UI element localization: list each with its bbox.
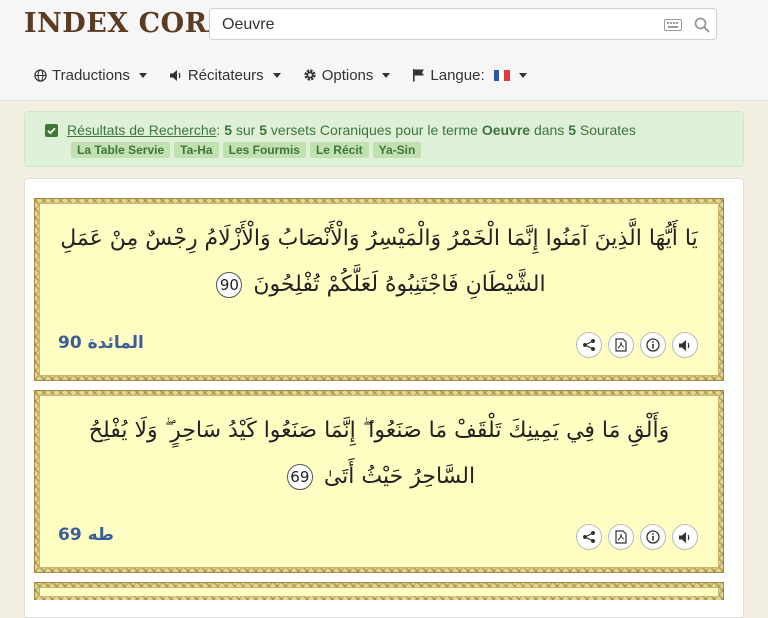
audio-button[interactable] bbox=[672, 332, 698, 358]
flag-icon bbox=[413, 69, 425, 82]
nav-options-label: Options bbox=[321, 66, 374, 84]
verse-reference[interactable]: طه 69 bbox=[58, 525, 114, 545]
verse-reference[interactable]: المائدة 90 bbox=[58, 333, 144, 353]
globe-icon bbox=[34, 68, 47, 82]
france-flag-icon bbox=[493, 69, 510, 81]
sura-tags: La Table Servie Ta-Ha Les Fourmis Le Réc… bbox=[71, 142, 422, 158]
nav-language-label: Langue: bbox=[430, 66, 485, 84]
share-button[interactable] bbox=[576, 524, 602, 550]
pdf-icon bbox=[615, 338, 627, 352]
search-input[interactable] bbox=[220, 9, 654, 41]
sura-tag[interactable]: Le Récit bbox=[309, 142, 369, 158]
chevron-down-icon bbox=[518, 72, 527, 78]
verse-card bbox=[34, 582, 724, 600]
header: INDEX CORAN Traductions bbox=[0, 0, 768, 101]
verse-text: وَأَلْقِ مَا فِي يَمِينِكَ تَلْقَفْ مَا … bbox=[88, 418, 670, 490]
pdf-button[interactable] bbox=[608, 524, 634, 550]
nav-options[interactable]: Options bbox=[303, 67, 391, 84]
audio-icon bbox=[679, 531, 690, 543]
results-total: 5 bbox=[259, 122, 268, 138]
verse-text: يَا أَيُّهَا الَّذِينَ آمَنُوا إِنَّمَا … bbox=[60, 226, 698, 298]
volume-icon bbox=[169, 69, 181, 81]
search-box[interactable] bbox=[209, 8, 717, 41]
verse-card: يَا أَيُّهَا الَّذِينَ آمَنُوا إِنَّمَا … bbox=[34, 198, 724, 381]
chevron-down-icon bbox=[272, 72, 281, 78]
share-icon bbox=[583, 339, 595, 351]
nav-language[interactable]: Langue: bbox=[412, 66, 527, 84]
chevron-down-icon bbox=[138, 72, 147, 78]
nav-translations[interactable]: Traductions bbox=[34, 67, 147, 84]
pdf-button[interactable] bbox=[608, 332, 634, 358]
verse-actions bbox=[576, 524, 698, 550]
sura-tag[interactable]: Ya-Sin bbox=[372, 142, 422, 158]
sura-tag[interactable]: Ta-Ha bbox=[174, 142, 219, 158]
gear-icon bbox=[304, 69, 316, 81]
nav-reciters[interactable]: Récitateurs bbox=[169, 67, 281, 84]
pdf-icon bbox=[615, 530, 627, 544]
nav-reciters-label: Récitateurs bbox=[187, 66, 264, 84]
results-count: 5 bbox=[224, 122, 232, 138]
nav-translations-label: Traductions bbox=[52, 66, 130, 84]
info-button[interactable] bbox=[640, 524, 666, 550]
verse-number: 90 bbox=[216, 272, 243, 298]
audio-button[interactable] bbox=[672, 524, 698, 550]
audio-icon bbox=[679, 339, 690, 351]
verse-number: 69 bbox=[286, 464, 313, 490]
share-button[interactable] bbox=[576, 332, 602, 358]
main-nav: Traductions Récitateurs Options Langue: bbox=[34, 64, 527, 86]
info-icon bbox=[646, 338, 660, 352]
info-icon bbox=[646, 530, 660, 544]
search-icon[interactable] bbox=[694, 17, 710, 33]
results-link[interactable]: Résultats de Recherche bbox=[67, 122, 216, 138]
chevron-down-icon bbox=[382, 72, 391, 78]
sura-tag[interactable]: Les Fourmis bbox=[222, 142, 306, 158]
verse-card: وَأَلْقِ مَا فِي يَمِينِكَ تَلْقَفْ مَا … bbox=[34, 390, 724, 573]
results-summary: Résultats de Recherche: 5 sur 5 versets … bbox=[67, 122, 636, 138]
sura-tag[interactable]: La Table Servie bbox=[71, 142, 171, 158]
sourates-count: 5 bbox=[568, 122, 576, 138]
verse-actions bbox=[576, 332, 698, 358]
search-term: Oeuvre bbox=[481, 122, 531, 138]
share-icon bbox=[583, 531, 595, 543]
keyboard-icon[interactable] bbox=[664, 19, 682, 31]
search-results-alert: Résultats de Recherche: 5 sur 5 versets … bbox=[24, 111, 744, 167]
info-button[interactable] bbox=[640, 332, 666, 358]
